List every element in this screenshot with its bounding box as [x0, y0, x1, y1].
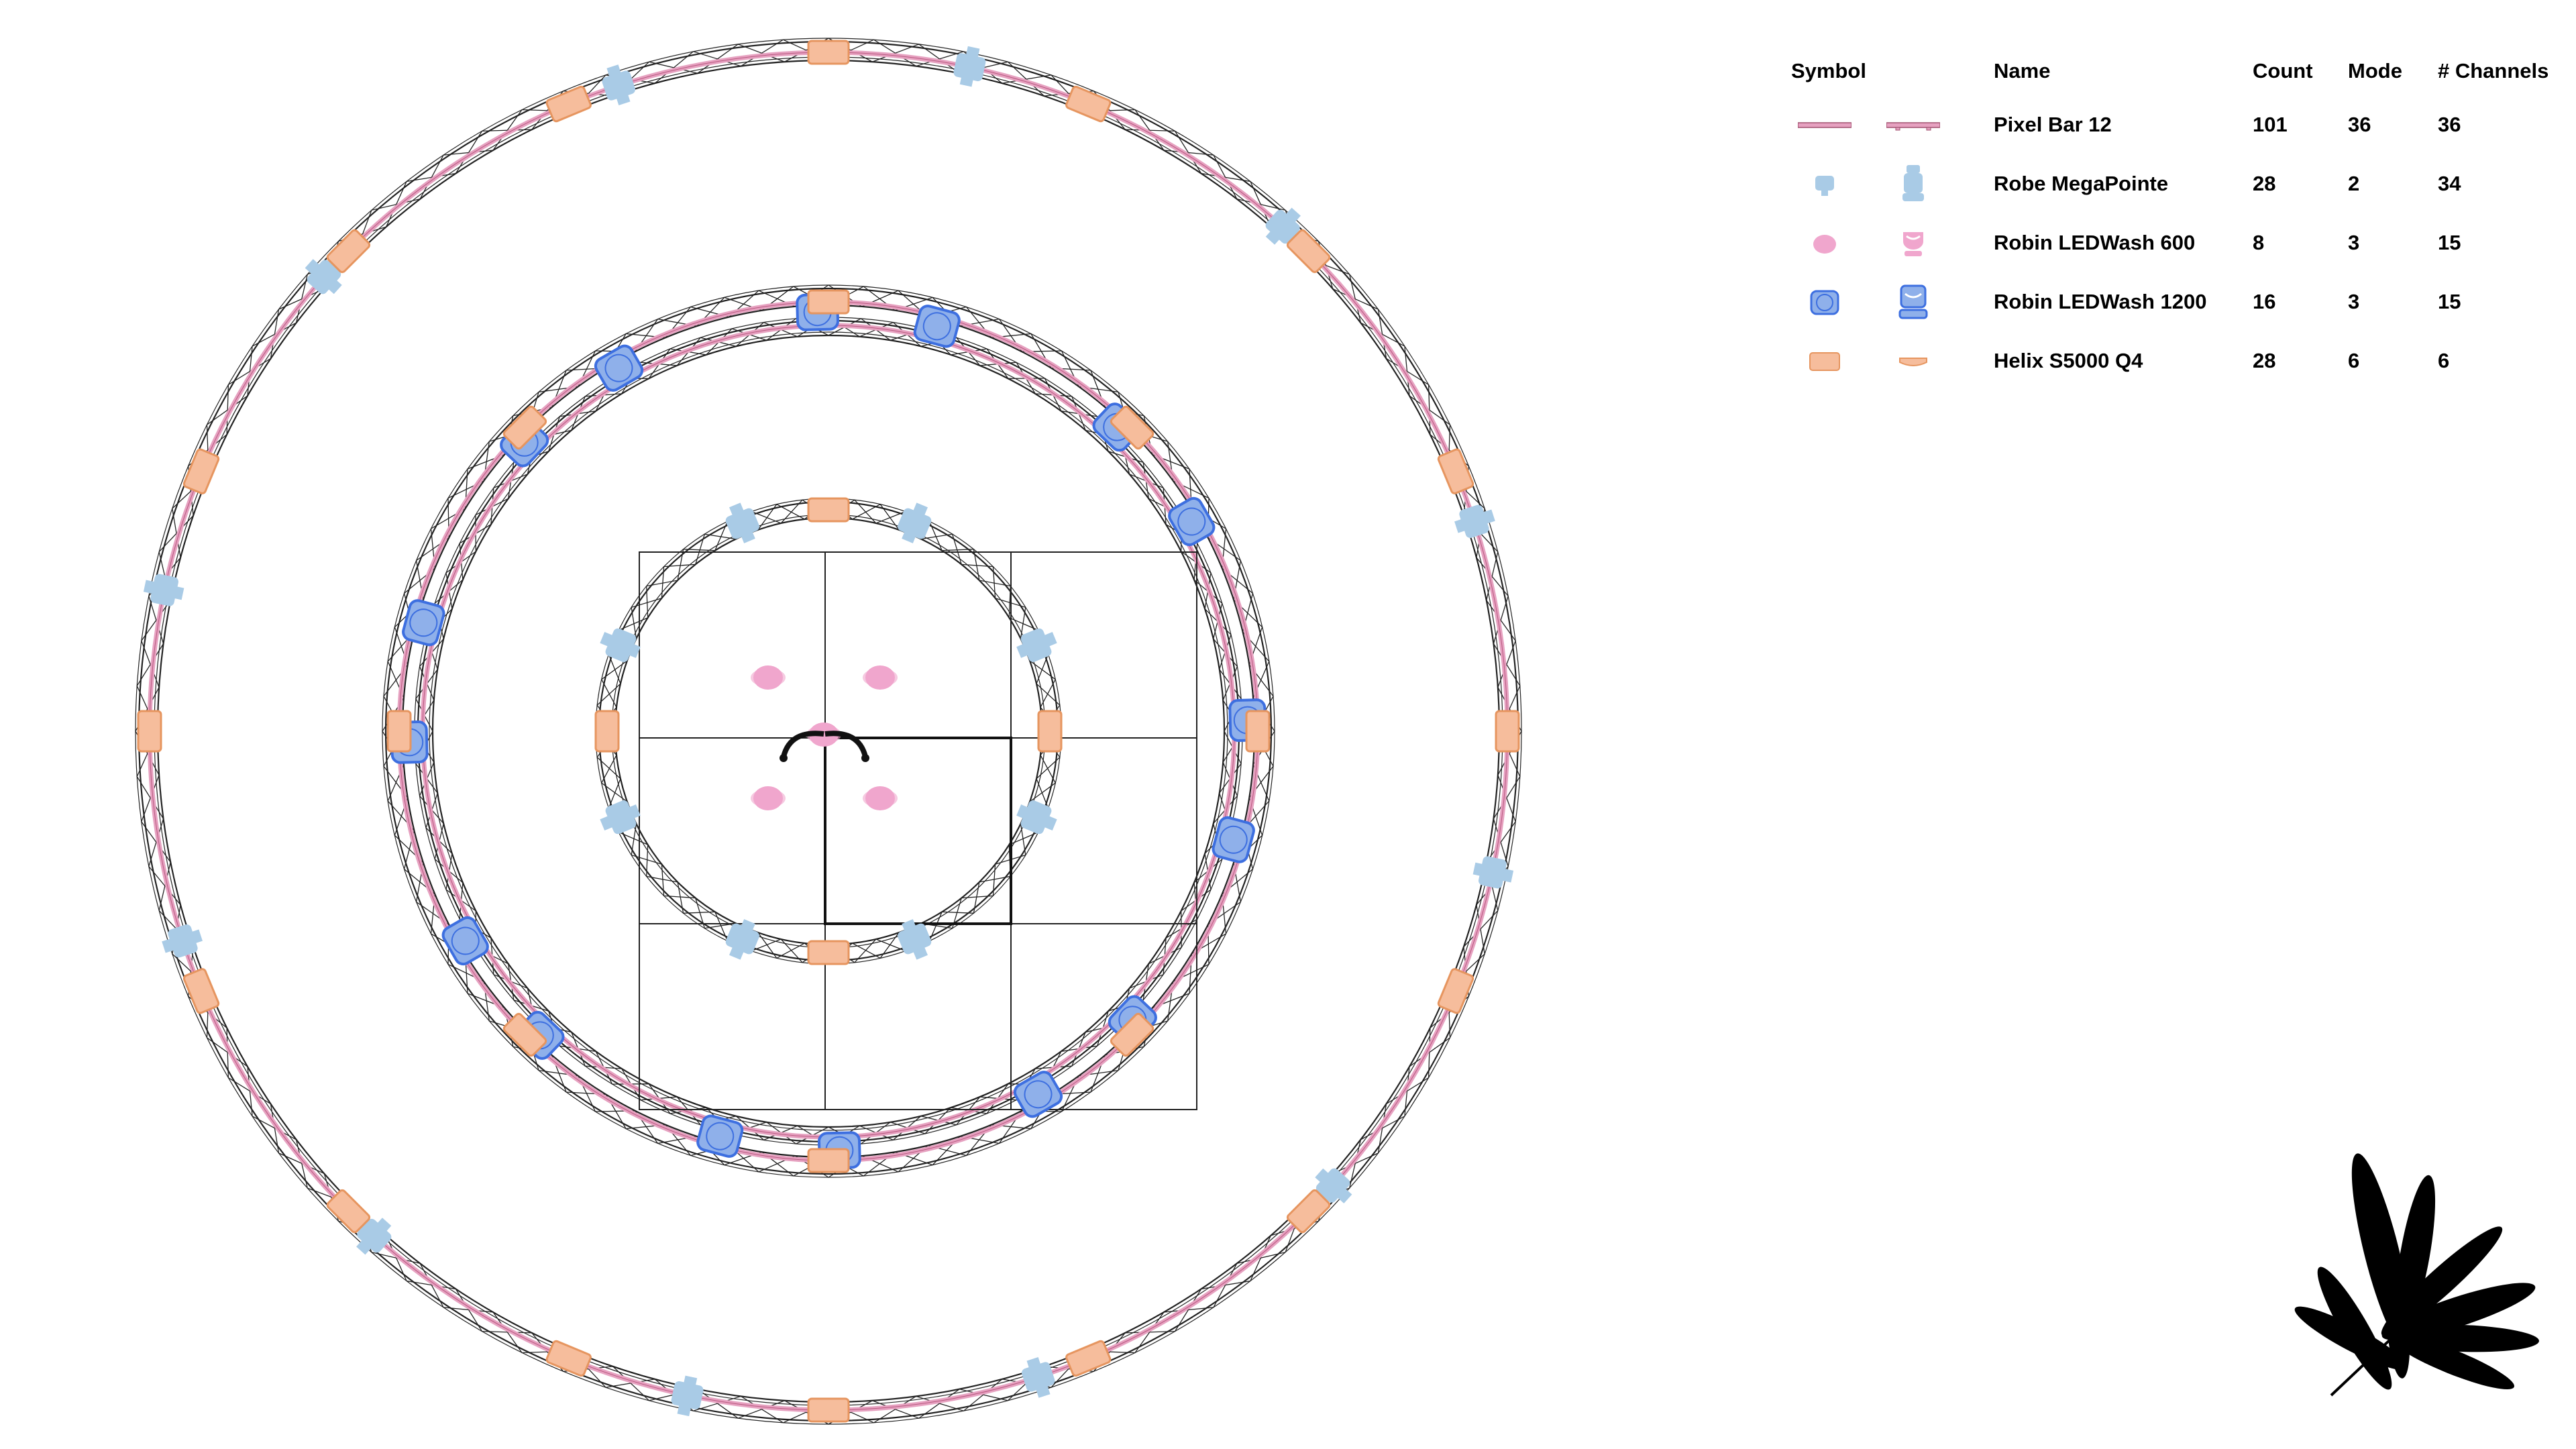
helix-strobe-side-icon [1899, 358, 1927, 366]
legend-name: Helix S5000 Q4 [1994, 349, 2143, 372]
wash1200-fixture [696, 1114, 744, 1158]
fixture-legend: Symbol Name Count Mode # Channels Pixel … [1784, 47, 2563, 396]
wash1200-fixture [402, 599, 445, 647]
stage-center-platform [824, 737, 1012, 925]
legend-count: 8 [2253, 231, 2265, 254]
wash600-fixture [863, 665, 898, 690]
helix-fixture [182, 968, 220, 1014]
wash600-fixture [863, 786, 898, 810]
megapointe-fixture [1454, 504, 1495, 538]
pixel-bar-icon [1798, 122, 1851, 128]
megapointe-fixture [1022, 1357, 1055, 1398]
legend-row-helix: Helix S5000 Q4 28 6 6 [1784, 337, 2563, 396]
helix-fixture [1245, 710, 1271, 753]
wash-600-icon [1813, 235, 1836, 254]
legend-channels: 15 [2438, 290, 2461, 313]
legend-row-wash600: Robin LEDWash 600 8 3 15 [1784, 219, 2563, 278]
helix-fixture [1065, 1340, 1112, 1377]
wash-1200-icon [1810, 290, 1839, 315]
stage-grid-cell [824, 737, 1012, 924]
wash-1200-side-icon [1898, 284, 1928, 319]
helix-fixture [1437, 448, 1474, 494]
helix-fixture [137, 710, 162, 753]
wash1200-fixture [913, 305, 961, 348]
megapointe-fixture [162, 924, 203, 958]
wash600-fixture [751, 665, 786, 690]
legend-name: Pixel Bar 12 [1994, 113, 2112, 136]
megapointe-fixture [671, 1375, 704, 1417]
legend-count: 28 [2253, 349, 2276, 372]
helix-fixture [807, 1397, 850, 1423]
legend-mode: 6 [2348, 349, 2360, 372]
helix-fixture [545, 85, 592, 123]
legend-row-pixel-bar: Pixel Bar 12 101 36 36 [1784, 101, 2563, 160]
helix-fixture [807, 940, 850, 965]
stage-grid-cell [639, 551, 826, 739]
legend-name: Robin LEDWash 600 [1994, 231, 2196, 254]
palm-leaf-logo-icon [2294, 1153, 2539, 1397]
wash600-fixture [751, 786, 786, 810]
helix-strobe-icon [1809, 352, 1840, 371]
legend-mode: 3 [2348, 231, 2360, 254]
helix-fixture [1437, 968, 1474, 1014]
legend-count: 28 [2253, 172, 2276, 195]
legend-mode: 2 [2348, 172, 2360, 195]
legend-mode: 3 [2348, 290, 2360, 313]
wash-600-side-icon [1903, 232, 1923, 256]
legend-count: 101 [2253, 113, 2288, 136]
megapointe-fixture [953, 46, 986, 87]
megapointe-fixture [1472, 856, 1514, 889]
fixtures-layer [137, 40, 1520, 1423]
helix-fixture [594, 710, 620, 753]
helix-fixture [1065, 85, 1112, 123]
helix-fixture [386, 710, 412, 753]
helix-fixture [807, 497, 850, 523]
legend-header-mode: Mode [2348, 59, 2402, 83]
moving-head-spot-icon [1815, 176, 1834, 196]
legend-row-wash1200: Robin LEDWash 1200 16 3 15 [1784, 278, 2563, 337]
helix-fixture [807, 1148, 850, 1173]
legend-channels: 15 [2438, 231, 2461, 254]
helix-fixture [182, 448, 220, 494]
legend-header-channels: # Channels [2438, 59, 2549, 83]
helix-fixture [1495, 710, 1520, 753]
wash1200-fixture [1212, 816, 1255, 863]
legend-header-symbol: Symbol [1791, 59, 1866, 83]
legend-count: 16 [2253, 290, 2276, 313]
moving-head-spot-side-icon [1902, 165, 1924, 201]
legend-channels: 34 [2438, 172, 2461, 195]
megapointe-fixture [143, 574, 184, 606]
legend-name: Robe MegaPointe [1994, 172, 2169, 195]
legend-row-megapointe: Robe MegaPointe 28 2 34 [1784, 160, 2563, 219]
legend-name: Robin LEDWash 1200 [1994, 290, 2207, 313]
helix-fixture [807, 289, 850, 315]
helix-fixture [1037, 710, 1063, 753]
legend-channels: 6 [2438, 349, 2450, 372]
legend-channels: 36 [2438, 113, 2461, 136]
stage-grid-cell [824, 551, 1012, 739]
pixel-bar-side-icon [1886, 122, 1940, 131]
helix-fixture [545, 1340, 592, 1377]
legend-header-count: Count [2253, 59, 2313, 83]
legend-header: Symbol Name Count Mode # Channels [1784, 47, 2563, 101]
helix-fixture [807, 40, 850, 65]
legend-mode: 36 [2348, 113, 2371, 136]
legend-header-name: Name [1994, 59, 2051, 83]
megapointe-fixture [602, 64, 635, 105]
